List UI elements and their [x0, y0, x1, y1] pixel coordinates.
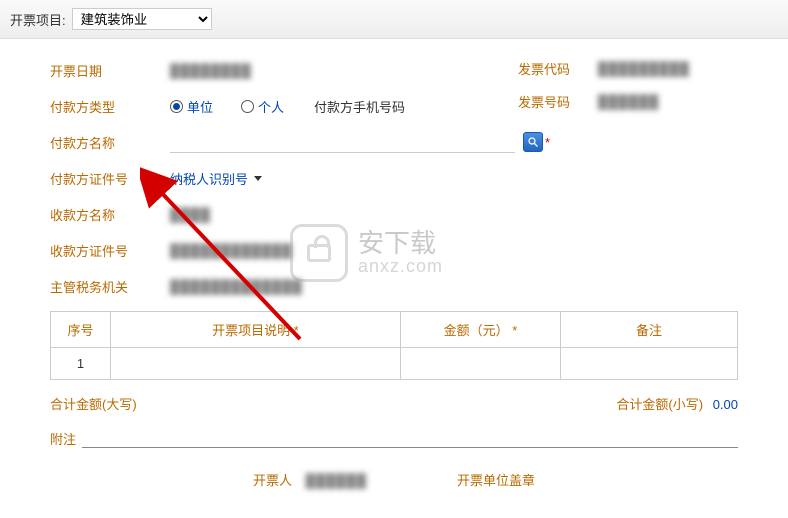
invoice-project-label: 开票项目:	[10, 10, 66, 29]
invoice-code-label: 发票代码	[518, 59, 598, 78]
cert-type-select[interactable]: 纳税人识别号	[170, 169, 266, 188]
totals-row: 合计金额(大写) 合计金额(小写) 0.00	[50, 394, 738, 413]
cell-note[interactable]	[561, 348, 738, 380]
payer-type-radio-group: 单位 个人	[170, 97, 284, 116]
invoice-codes: 发票代码 █████████ 发票号码 ██████	[518, 59, 738, 125]
invoice-number-value: ██████	[598, 94, 659, 109]
note-label: 附注	[50, 429, 76, 448]
form-area: 发票代码 █████████ 发票号码 ██████ 开票日期 ████████…	[0, 39, 788, 499]
total-lower-label: 合计金额(小写)	[616, 397, 703, 412]
total-upper-label: 合计金额(大写)	[50, 394, 137, 413]
payee-name-value: ████	[170, 207, 211, 222]
payer-name-label: 付款方名称	[50, 133, 170, 152]
payer-cert-label: 付款方证件号	[50, 169, 170, 188]
cell-desc[interactable]	[111, 348, 401, 380]
radio-person[interactable]: 个人	[241, 97, 284, 116]
invoice-project-select[interactable]: 建筑装饰业	[72, 8, 212, 30]
tax-office-value: █████████████	[170, 279, 303, 294]
col-seq: 序号	[51, 312, 111, 348]
col-amount: 金额（元） *	[401, 312, 561, 348]
cell-seq: 1	[51, 348, 111, 380]
search-icon	[527, 136, 539, 148]
total-lower-value: 0.00	[713, 397, 738, 412]
payee-name-label: 收款方名称	[50, 205, 170, 224]
col-desc: 开票项目说明 *	[111, 312, 401, 348]
required-mark: *	[545, 135, 550, 150]
payer-phone-label: 付款方手机号码	[314, 97, 405, 116]
cell-amount[interactable]	[401, 348, 561, 380]
payer-type-label: 付款方类型	[50, 97, 170, 116]
col-note: 备注	[561, 312, 738, 348]
payee-cert-value: ████████████	[170, 243, 293, 258]
note-row: 附注	[50, 429, 738, 448]
topbar: 开票项目: 建筑装饰业	[0, 0, 788, 39]
invoice-code-value: █████████	[598, 61, 690, 76]
tax-office-label: 主管税务机关	[50, 277, 170, 296]
issuer-label: 开票人	[253, 473, 292, 488]
search-button[interactable]	[523, 132, 543, 152]
footer: 开票人 ██████ 开票单位盖章	[50, 470, 738, 489]
payee-cert-label: 收款方证件号	[50, 241, 170, 260]
table-row[interactable]: 1	[51, 348, 738, 380]
radio-icon	[241, 100, 254, 113]
radio-icon	[170, 100, 183, 113]
invoice-date-value: ████████	[170, 63, 252, 78]
stamp-label: 开票单位盖章	[457, 470, 535, 489]
note-input[interactable]	[82, 430, 738, 448]
payer-name-input[interactable]	[170, 131, 515, 153]
invoice-date-label: 开票日期	[50, 61, 170, 80]
radio-unit[interactable]: 单位	[170, 97, 213, 116]
issuer-value: ██████	[306, 473, 367, 488]
invoice-number-label: 发票号码	[518, 92, 598, 111]
items-table: 序号 开票项目说明 * 金额（元） * 备注 1	[50, 311, 738, 380]
